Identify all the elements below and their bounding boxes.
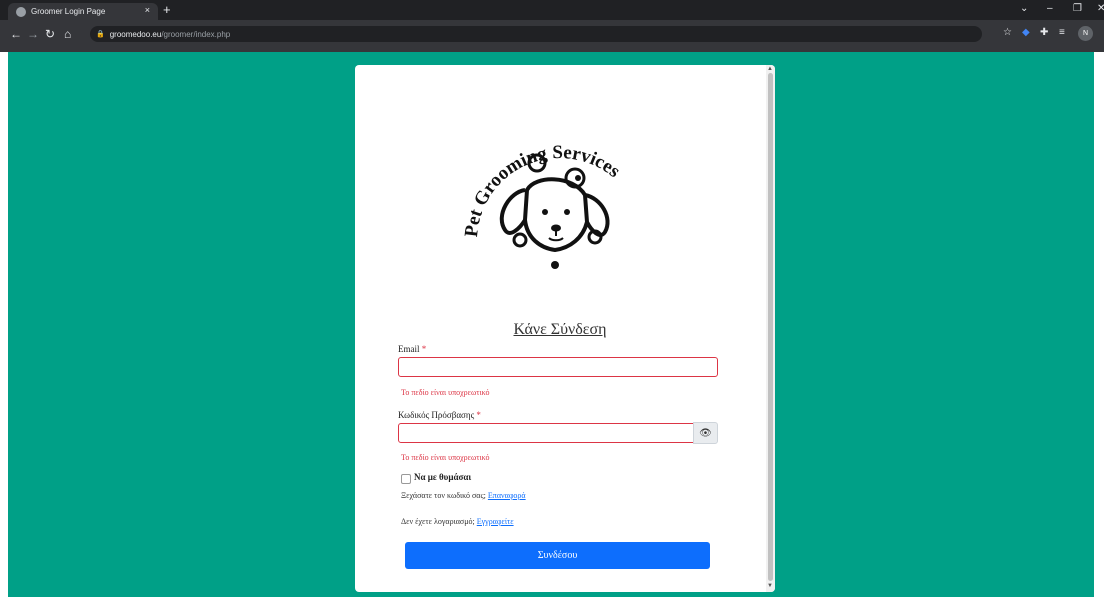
toggle-password-button[interactable]: 👁 <box>693 422 718 444</box>
email-error: Το πεδίο είναι υποχρεωτικό <box>401 388 490 397</box>
reload-icon[interactable]: ↻ <box>45 27 55 41</box>
browser-tab[interactable]: Groomer Login Page × <box>8 3 158 20</box>
page-title: Κάνε Σύνδεση <box>513 321 607 338</box>
address-bar[interactable]: 🔒 groomedoo.eu /groomer/index.php <box>90 26 982 42</box>
remember-me-checkbox[interactable] <box>401 474 411 484</box>
url-path: /groomer/index.php <box>161 29 231 39</box>
register-text: Δεν έχετε λογαριασμό; Εγγραφείτε <box>401 517 514 526</box>
password-error: Το πεδίο είναι υποχρεωτικό <box>401 453 490 462</box>
register-link[interactable]: Εγγραφείτε <box>477 517 514 526</box>
tab-strip: Groomer Login Page × + ⌄ – ❐ ✕ <box>0 0 1104 20</box>
scroll-thumb[interactable] <box>768 73 773 581</box>
tab-title: Groomer Login Page <box>31 7 106 16</box>
minimize-icon[interactable]: – <box>1047 3 1053 14</box>
scroll-down-icon[interactable]: ▼ <box>767 583 773 589</box>
scroll-up-icon[interactable]: ▲ <box>767 66 773 72</box>
home-icon[interactable]: ⌂ <box>64 27 71 41</box>
login-button[interactable]: Συνδέσου <box>405 542 710 569</box>
url-domain: groomedoo.eu <box>109 29 162 39</box>
eye-icon: 👁 <box>699 427 712 439</box>
email-label: Email * <box>398 344 427 354</box>
new-tab-button[interactable]: + <box>163 2 171 17</box>
email-field[interactable] <box>398 357 718 377</box>
reading-list-icon[interactable]: ≡ <box>1059 27 1065 38</box>
password-label: Κωδικός Πρόσβασης * <box>398 410 481 420</box>
card-scrollbar[interactable]: ▲ ▼ <box>766 65 775 592</box>
profile-avatar[interactable]: N <box>1078 26 1093 41</box>
login-card: Pet Grooming Services Κάνε Σύνδεση Email… <box>355 65 775 592</box>
password-field[interactable] <box>398 423 694 443</box>
forgot-password-text: Ξεχάσατε τον κωδικό σας; Επαναφορά <box>401 491 526 500</box>
bookmark-star-icon[interactable]: ☆ <box>1003 27 1012 38</box>
reset-password-link[interactable]: Επαναφορά <box>488 491 526 500</box>
extension-icon[interactable]: ◆ <box>1022 27 1030 38</box>
back-icon[interactable]: ← <box>10 27 22 41</box>
remember-me-label: Να με θυμάσαι <box>414 472 472 482</box>
favicon-icon <box>16 6 26 17</box>
tab-close-icon[interactable]: × <box>145 5 150 15</box>
lock-icon: 🔒 <box>96 31 105 38</box>
page-background: Pet Grooming Services Κάνε Σύνδεση Email… <box>8 52 1094 597</box>
extensions-puzzle-icon[interactable]: ✚ <box>1040 27 1048 38</box>
restore-icon[interactable]: ❐ <box>1073 3 1082 14</box>
tab-search-icon[interactable]: ⌄ <box>1020 3 1028 14</box>
pet-grooming-logo: Pet Grooming Services <box>461 142 624 269</box>
close-window-icon[interactable]: ✕ <box>1097 3 1104 14</box>
browser-toolbar: ← → ↻ ⌂ 🔒 groomedoo.eu /groomer/index.ph… <box>0 20 1104 52</box>
forward-icon[interactable]: → <box>27 27 39 41</box>
